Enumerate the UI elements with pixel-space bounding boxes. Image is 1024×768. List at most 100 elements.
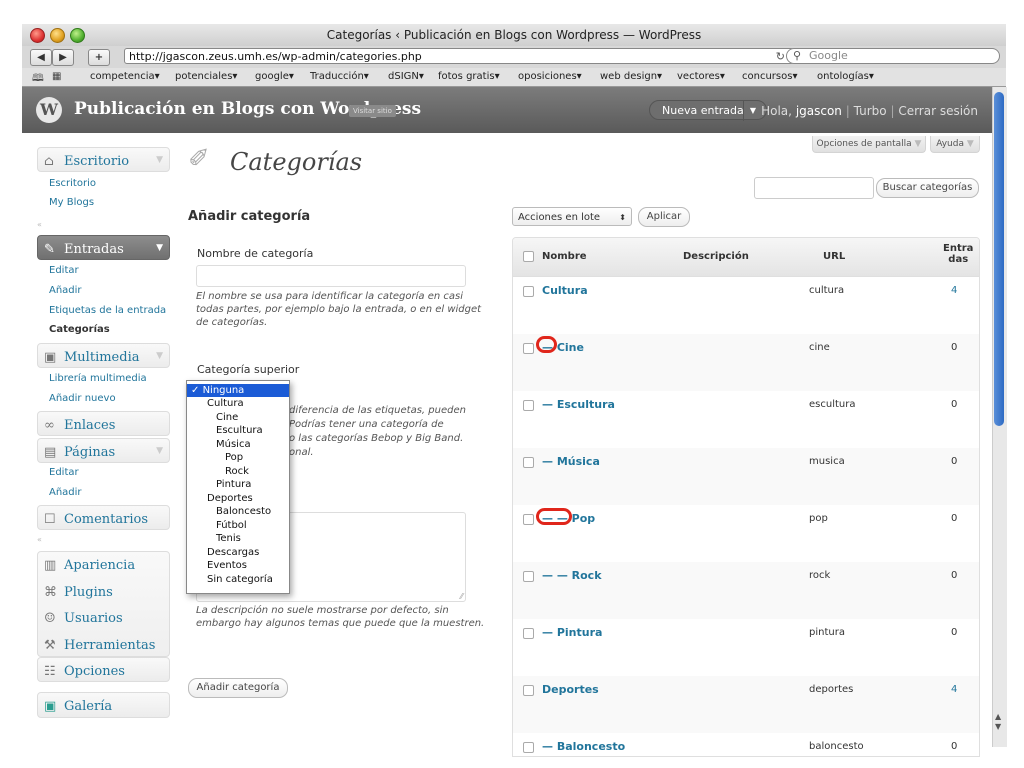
- apply-button[interactable]: Aplicar: [638, 207, 690, 227]
- dropdown-option[interactable]: Rock: [187, 465, 327, 478]
- bookmark-item[interactable]: Traducción▾: [310, 71, 369, 82]
- category-name-link[interactable]: — Pintura: [542, 626, 602, 639]
- turbo-link[interactable]: Turbo: [854, 104, 887, 118]
- sidebar-item-entradas[interactable]: ✎ Entradas ▼: [37, 235, 170, 260]
- dropdown-option[interactable]: Música: [187, 438, 318, 451]
- chevron-down-icon[interactable]: ▼: [156, 155, 163, 165]
- column-header-count[interactable]: Entra das: [943, 243, 973, 265]
- dropdown-option[interactable]: Pop: [187, 451, 327, 464]
- row-checkbox[interactable]: [523, 742, 534, 753]
- screen-options-button[interactable]: Opciones de pantalla ▼: [812, 136, 926, 153]
- dropdown-option[interactable]: Fútbol: [187, 519, 318, 532]
- post-count-link[interactable]: 4: [951, 285, 957, 296]
- row-checkbox[interactable]: [523, 343, 534, 354]
- add-category-button[interactable]: Añadir categoría: [188, 678, 288, 698]
- sidebar-sub-editar-paginas[interactable]: Editar: [49, 467, 79, 478]
- username-link[interactable]: jgascon: [796, 104, 842, 118]
- sidebar-sub-anadir-pagina[interactable]: Añadir: [49, 487, 82, 498]
- bookmark-item[interactable]: potenciales▾: [175, 71, 237, 82]
- bulk-actions-select[interactable]: Acciones en lote ⬍: [512, 207, 632, 226]
- chevron-down-icon[interactable]: ▼: [156, 446, 163, 456]
- bookmark-item[interactable]: ontologías▾: [817, 71, 874, 82]
- chevron-down-icon[interactable]: ▼: [156, 243, 163, 253]
- collapse-arrow-icon[interactable]: «: [37, 220, 42, 229]
- chevron-down-icon[interactable]: ▼: [743, 101, 762, 121]
- scroll-arrows-icon[interactable]: ▲ ▼: [995, 712, 1001, 732]
- dropdown-option[interactable]: Deportes: [187, 492, 309, 505]
- sidebar-item-opciones[interactable]: ☷ Opciones: [37, 657, 170, 682]
- search-categories-button[interactable]: Buscar categorías: [876, 178, 979, 198]
- dropdown-option[interactable]: Descargas: [187, 546, 309, 559]
- row-checkbox[interactable]: [523, 457, 534, 468]
- column-header-description[interactable]: Descripción: [683, 251, 749, 262]
- forward-button[interactable]: ▶: [52, 49, 74, 66]
- bookmark-item[interactable]: oposiciones▾: [518, 71, 582, 82]
- scrollbar-thumb[interactable]: [994, 92, 1004, 426]
- row-checkbox[interactable]: [523, 514, 534, 525]
- sidebar-sub-libreria[interactable]: Librería multimedia: [49, 373, 147, 384]
- bookmark-item[interactable]: vectores▾: [677, 71, 725, 82]
- sidebar-item-escritorio[interactable]: ⌂ Escritorio ▼: [37, 147, 170, 172]
- row-checkbox[interactable]: [523, 628, 534, 639]
- post-count-link[interactable]: 4: [951, 684, 957, 695]
- category-name-link[interactable]: — Escultura: [542, 398, 615, 411]
- parent-category-dropdown[interactable]: ✓ Ninguna Cultura Cine Escultura Música …: [186, 380, 290, 594]
- dropdown-option[interactable]: Escultura: [187, 424, 318, 437]
- sidebar-item-multimedia[interactable]: ▣ Multimedia ▼: [37, 343, 170, 368]
- sidebar-item-enlaces[interactable]: ∞ Enlaces: [37, 411, 170, 436]
- new-post-button[interactable]: Nueva entrada ▼: [649, 100, 767, 121]
- bookmark-item[interactable]: web design▾: [600, 71, 662, 82]
- category-name-link[interactable]: Deportes: [542, 683, 599, 696]
- bookmark-item[interactable]: google▾: [255, 71, 294, 82]
- back-button[interactable]: ◀: [30, 49, 52, 66]
- sidebar-sub-editar[interactable]: Editar: [49, 265, 79, 276]
- dropdown-option[interactable]: ✓ Ninguna: [187, 384, 289, 397]
- select-all-checkbox[interactable]: [523, 251, 534, 262]
- row-checkbox[interactable]: [523, 400, 534, 411]
- dropdown-option[interactable]: Baloncesto: [187, 505, 318, 518]
- add-bookmark-button[interactable]: +: [88, 49, 110, 66]
- bookmark-item[interactable]: competencia▾: [90, 71, 160, 82]
- bookmark-item[interactable]: dSIGN▾: [388, 71, 424, 82]
- dropdown-option[interactable]: Eventos: [187, 559, 309, 572]
- collapse-arrow-icon[interactable]: «: [37, 535, 42, 544]
- sidebar-item-comentarios[interactable]: ☐ Comentarios: [37, 505, 170, 530]
- column-header-name[interactable]: Nombre: [542, 251, 587, 262]
- sidebar-sub-anadir-nuevo[interactable]: Añadir nuevo: [49, 393, 116, 404]
- sidebar-sub-categorias[interactable]: Categorías: [49, 324, 110, 335]
- sidebar-item-paginas[interactable]: ▤ Páginas ▼: [37, 438, 170, 463]
- dropdown-option[interactable]: Sin categoría: [187, 573, 309, 586]
- dropdown-option[interactable]: Pintura: [187, 478, 318, 491]
- row-checkbox[interactable]: [523, 286, 534, 297]
- visit-site-button[interactable]: Visitar sitio: [349, 105, 396, 117]
- sidebar-item-plugins[interactable]: ⌘ Plugins: [38, 579, 169, 604]
- sidebar-item-galeria[interactable]: ▣ Galería: [37, 692, 170, 718]
- sidebar-sub-anadir[interactable]: Añadir: [49, 285, 82, 296]
- row-checkbox[interactable]: [523, 685, 534, 696]
- sidebar-item-herramientas[interactable]: ⚒ Herramientas: [38, 632, 169, 657]
- chevron-down-icon[interactable]: ▼: [156, 351, 163, 361]
- category-name-link[interactable]: — Música: [542, 455, 600, 468]
- sidebar-sub-my-blogs[interactable]: My Blogs: [49, 197, 94, 208]
- category-name-link[interactable]: — — Rock: [542, 569, 602, 582]
- category-name-link[interactable]: — Baloncesto: [542, 740, 625, 753]
- resize-handle-icon[interactable]: ⁄⁄: [460, 592, 463, 601]
- help-button[interactable]: Ayuda ▼: [930, 136, 980, 153]
- column-header-url[interactable]: URL: [823, 251, 845, 262]
- row-checkbox[interactable]: [523, 571, 534, 582]
- sidebar-sub-escritorio[interactable]: Escritorio: [49, 178, 96, 189]
- sidebar-item-apariencia[interactable]: ▥ Apariencia: [38, 552, 169, 577]
- category-search-input[interactable]: [754, 177, 874, 199]
- dropdown-option[interactable]: Cultura: [187, 397, 309, 410]
- bookmarks-book-icon[interactable]: 🕮: [32, 71, 44, 88]
- reload-icon[interactable]: ↻: [776, 49, 785, 65]
- category-name-link[interactable]: Cultura: [542, 284, 588, 297]
- category-name-input[interactable]: [196, 265, 466, 287]
- top-sites-icon[interactable]: ▦: [52, 71, 61, 82]
- sidebar-sub-etiquetas[interactable]: Etiquetas de la entrada: [49, 305, 166, 316]
- dropdown-option[interactable]: Tenis: [187, 532, 318, 545]
- sidebar-item-usuarios[interactable]: ☺ Usuarios: [38, 605, 169, 630]
- bookmark-item[interactable]: concursos▾: [742, 71, 797, 82]
- browser-search-input[interactable]: ⚲ Google: [786, 48, 1000, 64]
- url-bar[interactable]: http://jgascon.zeus.umh.es/wp-admin/cate…: [124, 48, 794, 64]
